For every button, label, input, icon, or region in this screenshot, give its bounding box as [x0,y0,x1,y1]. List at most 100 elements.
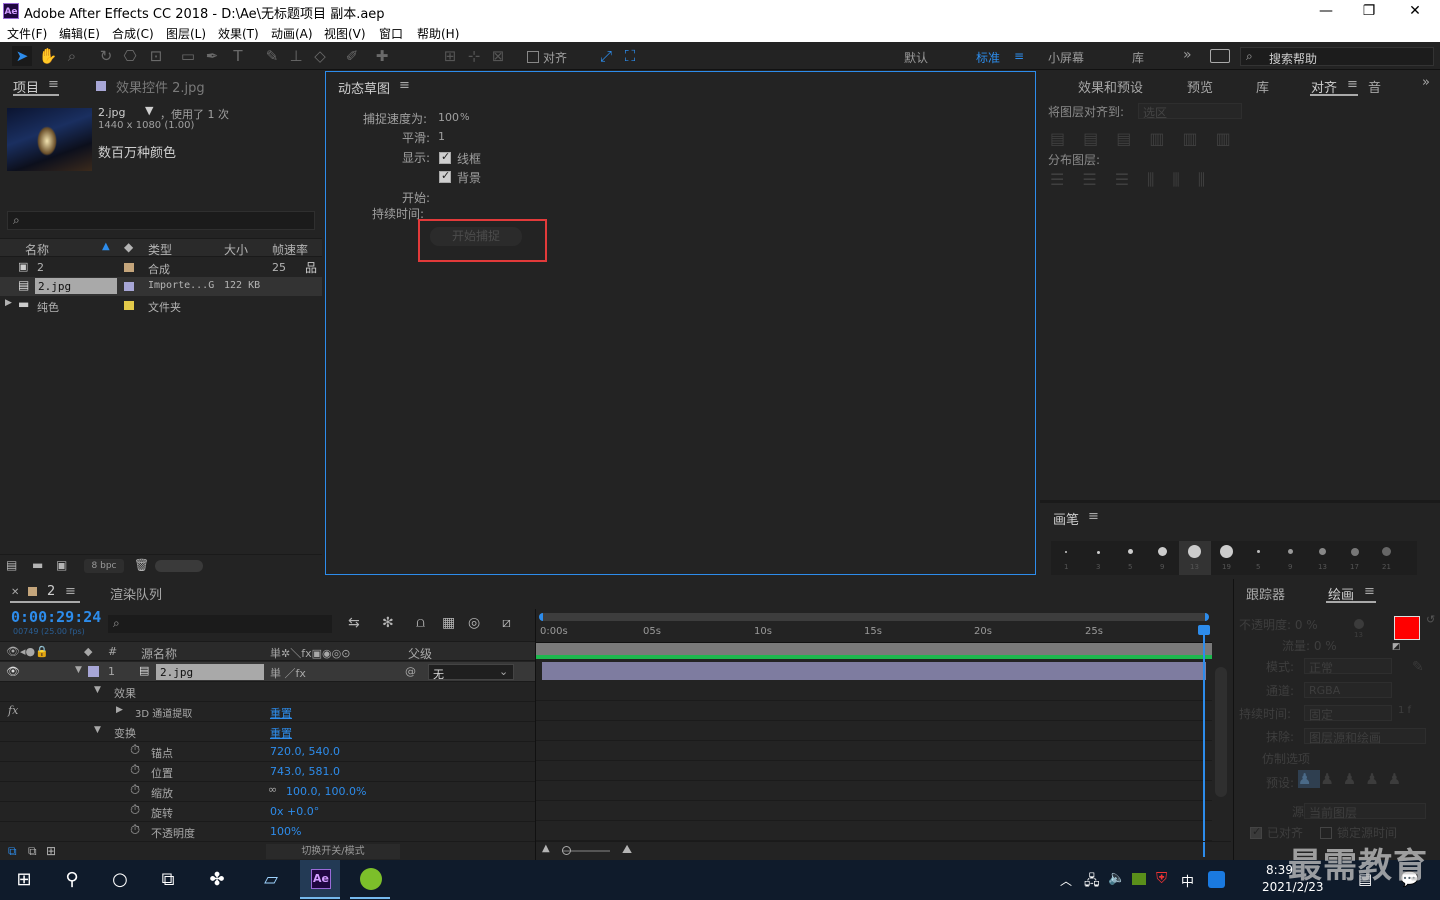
security-shield-icon[interactable]: ⛨ [1156,869,1167,887]
snap-edge-icon[interactable]: ⤢ [596,46,616,66]
current-time-indicator[interactable] [1203,629,1205,857]
task-view-icon[interactable]: ⧉ [148,860,188,899]
notepad-app-icon[interactable]: ▱ [251,860,291,899]
pan-behind-tool-icon[interactable]: ⊡ [146,46,166,66]
layer-duration-bar[interactable] [542,662,1206,680]
label-swatch[interactable] [124,282,134,291]
collapse-arrow-icon[interactable]: ▼ [94,725,101,735]
smooth-value[interactable]: 1 [438,130,445,143]
comp-tab-menu-icon[interactable]: ≡ [65,584,76,599]
visibility-eye-icon[interactable]: 👁 [6,665,20,678]
after-effects-app-icon[interactable]: Ae [300,860,340,899]
project-row-footage[interactable]: ▤ 2.jpg Importe...G 122 KB [0,277,322,296]
menu-animation[interactable]: 动画(A) [271,25,313,42]
snap-feature-icon[interactable]: ⛶ [620,46,640,66]
new-folder-icon[interactable]: ▬ [32,558,43,572]
draft-3d-icon[interactable]: ✻ [382,615,394,631]
minimize-button[interactable]: — [1312,2,1340,20]
property-row-opacity[interactable]: ⏱ 不透明度 100% [0,822,535,842]
menu-effect[interactable]: 效果(T) [218,25,259,42]
project-menu-icon[interactable]: ≡ [48,77,59,92]
menu-layer[interactable]: 图层(L) [166,25,206,42]
tab-audio[interactable]: 音频 [1368,77,1390,93]
col-type[interactable]: 类型 [148,241,172,258]
brush-tip[interactable]: 9 [1275,541,1307,575]
help-search-input[interactable]: 搜索帮助 [1269,50,1317,67]
workspace-library[interactable]: 库 [1132,49,1144,66]
toggle-switches-modes-button[interactable]: 切换开关/模式 [266,844,400,859]
work-area-bar[interactable] [536,643,1212,655]
stopwatch-icon[interactable]: ⏱ [130,763,140,778]
layer-row[interactable]: 👁 ▼ 1 ▤ 2.jpg 単 ／fx @ 无 ⌄ [0,662,535,682]
tab-tracker[interactable]: 跟踪器 [1246,584,1285,603]
distribute-buttons-icon[interactable]: ☰☰☰⫼⫼⫼ [1050,170,1240,189]
flow-label[interactable]: 流量: 0 % [1282,637,1337,654]
brush-tip[interactable]: 5 [1243,541,1275,575]
help-search-box[interactable]: ⌕ 搜索帮助 [1240,47,1434,66]
brush-tip[interactable]: 9 [1147,541,1179,575]
aligned-checkbox[interactable] [1250,825,1262,839]
brush-tip[interactable]: 21 [1371,541,1403,575]
capture-speed-value[interactable]: 100 [438,111,459,124]
link-icon[interactable]: ∞ [268,783,277,796]
mode-dropdown[interactable]: 正常 [1304,658,1392,675]
col-size[interactable]: 大小 [224,241,248,258]
expand-arrow-icon[interactable]: ▶ [116,705,123,715]
av-switches-icon[interactable]: 👁◂●🔒 [6,645,49,658]
sort-ascending-icon[interactable]: ▲ [102,241,110,252]
transform-reset-link[interactable]: 重置 [270,725,292,741]
panel-overflow-icon[interactable]: » [1422,75,1430,90]
fx-icon[interactable]: fx [8,704,18,717]
current-timecode[interactable]: 0:00:29:24 [11,608,101,626]
workspace-default[interactable]: 默认 [904,49,928,66]
tab-brushes[interactable]: 画笔 [1053,509,1079,528]
label-swatch[interactable] [124,301,134,310]
swap-colors-icon[interactable]: ↺ [1426,613,1435,626]
align-to-dropdown[interactable]: 选区 [1138,103,1242,120]
rectangle-tool-icon[interactable]: ▭ [178,46,198,66]
tray-expand-icon[interactable]: ︿ [1060,872,1072,889]
motion-blur-icon[interactable]: ◎ [468,615,480,631]
workspace-overflow-button[interactable]: » [1183,47,1192,63]
label-tag-icon[interactable]: ◆ [124,240,133,254]
shy-layers-icon[interactable]: ⩍ [416,615,425,631]
property-row-position[interactable]: ⏱ 位置 743.0, 581.0 [0,762,535,782]
stopwatch-icon[interactable]: ⏱ [130,803,140,818]
project-search-input[interactable]: ⌕ [7,211,315,230]
brush-menu-icon[interactable]: ≡ [1088,509,1099,524]
rotate-tool-icon[interactable]: ↻ [96,46,116,66]
property-row-scale[interactable]: ⏱ 缩放 ∞ 100.0, 100.0% [0,782,535,802]
timeline-scrollbar[interactable] [1215,667,1227,797]
tab-preview[interactable]: 预览 [1187,77,1213,96]
label-tag-icon[interactable]: ◆ [84,645,92,658]
restore-button[interactable]: ❐ [1355,2,1383,20]
tab-motion-sketch[interactable]: 动态草图 [338,78,390,97]
text-tool-icon[interactable]: T [228,46,248,66]
source-dropdown[interactable]: 当前图层 [1304,803,1426,820]
duration-dropdown[interactable]: 固定 [1304,705,1392,722]
brush-tip[interactable]: 17 [1339,541,1371,575]
ime-indicator[interactable]: 中 [1181,871,1194,890]
workspace-small-screen[interactable]: 小屏幕 [1048,49,1084,66]
green-app-icon[interactable] [350,860,390,899]
col-parent[interactable]: 父级 [408,645,432,662]
volume-icon[interactable]: 🔈 [1108,870,1125,886]
new-composition-icon[interactable]: ▣ [56,558,67,572]
menu-file[interactable]: 文件(F) [7,25,47,42]
tab-effects-presets[interactable]: 效果和预设 [1078,77,1143,96]
paint-menu-icon[interactable]: ≡ [1364,584,1375,599]
col-name[interactable]: 名称 [25,241,49,258]
time-navigator[interactable] [539,613,1209,621]
stopwatch-icon[interactable]: ⏱ [130,823,140,838]
zoom-in-icon[interactable]: ⛰ [622,842,632,857]
workspace-menu-icon[interactable]: ≡ [1014,49,1024,63]
effect-row[interactable]: fx ▶ 3D 通道提取 重置 [0,702,535,722]
foreground-color-swatch[interactable] [1394,616,1420,640]
layer-switches-icon[interactable]: 単 ／fx [270,665,306,681]
brush-tip[interactable]: 3 [1083,541,1115,575]
puppet-pin-tool-icon[interactable]: ✚ [372,46,392,66]
pickwhip-icon[interactable]: @ [405,665,416,678]
menu-help[interactable]: 帮助(H) [417,25,459,42]
clone-stamp-tool-icon[interactable]: ⊥ [286,46,306,66]
expand-transfer-icon[interactable]: ⧉ [28,844,37,859]
